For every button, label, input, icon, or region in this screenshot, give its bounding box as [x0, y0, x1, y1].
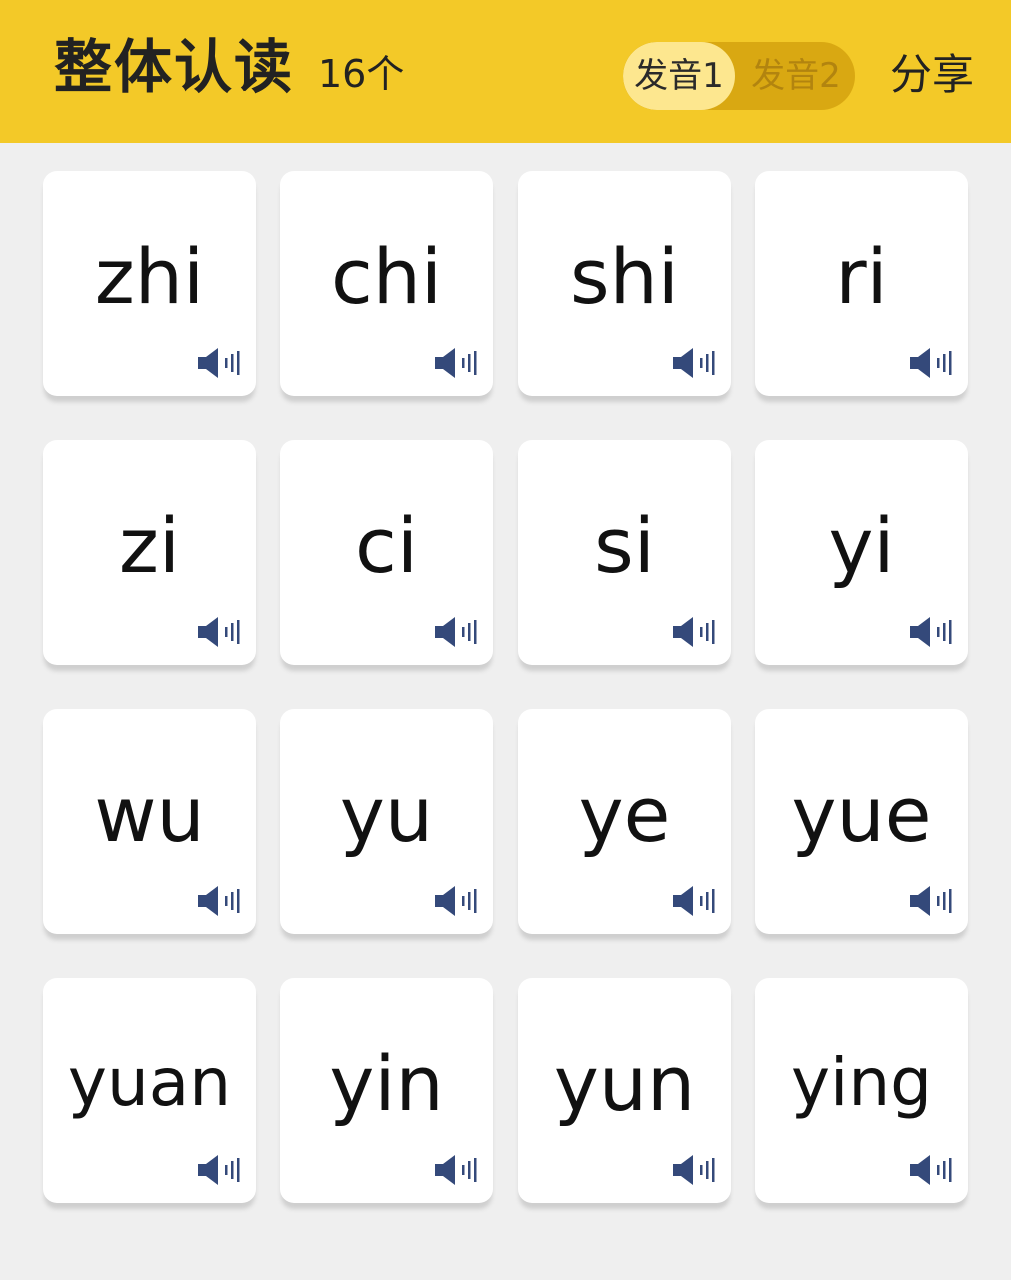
syllable-card[interactable]: yun [518, 978, 731, 1203]
syllable-text: ye [578, 770, 671, 859]
syllable-text: ying [790, 1044, 933, 1121]
syllable-text: yu [339, 770, 434, 859]
syllable-card[interactable]: zi [43, 440, 256, 665]
syllable-text: si [594, 501, 655, 590]
speaker-icon[interactable] [433, 1153, 479, 1187]
syllable-text: wu [94, 770, 205, 859]
speaker-icon[interactable] [433, 615, 479, 649]
speaker-icon[interactable] [908, 1153, 954, 1187]
syllable-card[interactable]: yue [755, 709, 968, 934]
syllable-grid: zhi chi shi ri zi ci si yi wu yu ye yue yuan yin yun yi… [0, 0, 1011, 1280]
syllable-text: yue [791, 770, 932, 859]
syllable-card[interactable]: shi [518, 171, 731, 396]
speaker-icon[interactable] [908, 346, 954, 380]
syllable-card[interactable]: chi [280, 171, 493, 396]
syllable-text: zhi [94, 232, 205, 321]
syllable-text: ri [835, 232, 888, 321]
speaker-icon[interactable] [671, 1153, 717, 1187]
syllable-text: yin [329, 1039, 444, 1128]
speaker-icon[interactable] [196, 884, 242, 918]
syllable-text: shi [570, 232, 679, 321]
speaker-icon[interactable] [908, 615, 954, 649]
speaker-icon[interactable] [196, 1153, 242, 1187]
syllable-card[interactable]: ying [755, 978, 968, 1203]
syllable-text: ci [355, 501, 418, 590]
speaker-icon[interactable] [671, 615, 717, 649]
syllable-card[interactable]: yuan [43, 978, 256, 1203]
syllable-card[interactable]: ye [518, 709, 731, 934]
syllable-text: zi [118, 501, 180, 590]
syllable-card[interactable]: wu [43, 709, 256, 934]
syllable-card[interactable]: ci [280, 440, 493, 665]
speaker-icon[interactable] [433, 346, 479, 380]
syllable-card[interactable]: yin [280, 978, 493, 1203]
speaker-icon[interactable] [196, 615, 242, 649]
syllable-text: yi [828, 501, 895, 590]
speaker-icon[interactable] [433, 884, 479, 918]
syllable-text: chi [330, 232, 443, 321]
syllable-card[interactable]: yi [755, 440, 968, 665]
speaker-icon[interactable] [671, 884, 717, 918]
syllable-card[interactable]: si [518, 440, 731, 665]
syllable-card[interactable]: yu [280, 709, 493, 934]
syllable-card[interactable]: ri [755, 171, 968, 396]
syllable-card[interactable]: zhi [43, 171, 256, 396]
syllable-text: yun [553, 1039, 696, 1128]
speaker-icon[interactable] [671, 346, 717, 380]
speaker-icon[interactable] [196, 346, 242, 380]
speaker-icon[interactable] [908, 884, 954, 918]
syllable-text: yuan [67, 1044, 232, 1121]
